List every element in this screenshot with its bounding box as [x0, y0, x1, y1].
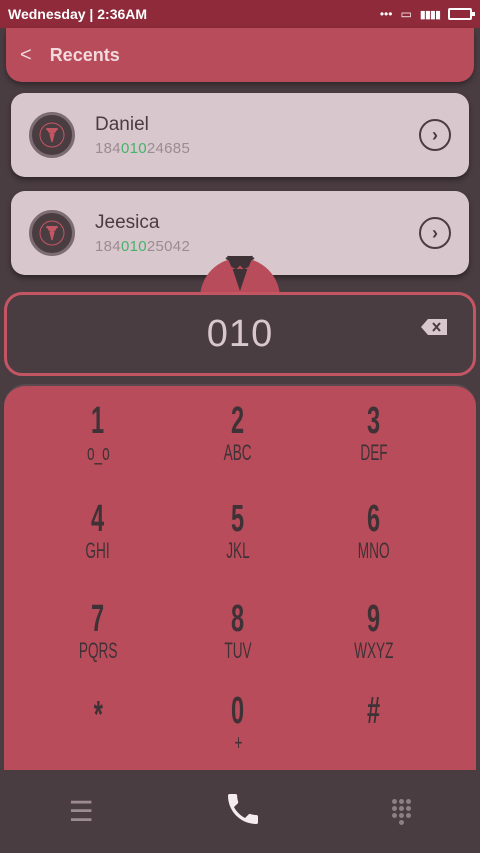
app-header: < Recents — [6, 28, 474, 82]
deer-logo-icon — [200, 255, 280, 298]
key-8[interactable]: 8 TUV — [178, 600, 298, 680]
battery-icon — [448, 8, 475, 20]
key-4[interactable]: 4 GHI — [38, 500, 158, 580]
signal-icon: ▮▮▮▮ — [419, 8, 441, 21]
dialed-digits: 010 — [206, 312, 274, 355]
recent-contact-card[interactable]: Daniel 18401024685 › — [11, 93, 469, 177]
call-button[interactable] — [223, 789, 263, 834]
keypad-toggle-icon[interactable] — [392, 798, 412, 825]
status-time: Wednesday | 2:36AM — [8, 6, 148, 22]
dial-keypad: 1 o_o 2 ABC 3 DEF 4 GHI 5 JKL 6 MNO 7 PQRS 8 TUV… — [4, 384, 476, 784]
avatar — [29, 112, 75, 158]
contact-info: Daniel 18401024685 — [95, 114, 419, 157]
key-9[interactable]: 9 WXYZ — [314, 600, 434, 680]
deer-icon — [39, 122, 65, 148]
key-0[interactable]: 0 + — [178, 692, 298, 772]
status-bar: Wednesday | 2:36AM ••• ▭ ▮▮▮▮ — [0, 0, 480, 28]
phone-icon — [228, 794, 259, 824]
backspace-icon[interactable] — [421, 319, 447, 335]
avatar — [29, 210, 75, 256]
dialed-number-display: 010 — [4, 292, 476, 376]
key-2[interactable]: 2 ABC — [178, 402, 298, 482]
more-dots-icon: ••• — [379, 7, 393, 21]
key-hash[interactable]: # — [314, 692, 434, 772]
key-5[interactable]: 5 JKL — [178, 500, 298, 580]
sim-icon: ▭ — [400, 7, 412, 21]
status-icons: ••• ▭ ▮▮▮▮ — [379, 7, 475, 21]
chevron-right-icon[interactable]: › — [419, 217, 451, 249]
back-icon[interactable]: < — [20, 44, 32, 67]
key-3[interactable]: 3 DEF — [314, 402, 434, 482]
key-star[interactable]: * — [38, 696, 158, 776]
key-7[interactable]: 7 PQRS — [38, 600, 158, 680]
page-title: Recents — [49, 44, 120, 65]
contact-name: Daniel — [95, 113, 149, 135]
contact-name: Jeesica — [95, 211, 160, 233]
contact-number: 18401024685 — [95, 139, 191, 157]
key-6[interactable]: 6 MNO — [314, 500, 434, 580]
deer-icon — [39, 220, 65, 246]
bottom-action-bar: ☰ — [4, 770, 476, 853]
key-1[interactable]: 1 o_o — [38, 402, 158, 482]
menu-icon[interactable]: ☰ — [69, 795, 94, 828]
chevron-right-icon[interactable]: › — [419, 119, 451, 151]
